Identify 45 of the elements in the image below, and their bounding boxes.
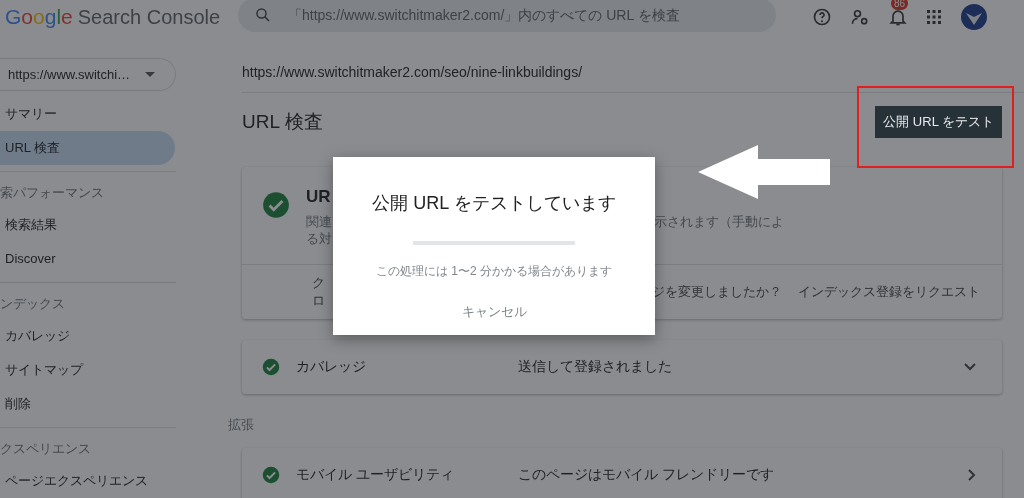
nav-item[interactable]: サマリー (0, 97, 175, 131)
cancel-button[interactable]: キャンセル (455, 302, 533, 322)
nav-item[interactable]: URL 検査 (0, 131, 175, 165)
row-label: カバレッジ (296, 358, 367, 376)
status-title: UR (306, 187, 332, 208)
row-value: 送信して登録されました (518, 358, 673, 376)
status-description: る対 (306, 230, 333, 247)
dropdown-caret-icon (145, 71, 155, 78)
chevron-right-icon (968, 469, 976, 481)
apps-grid-icon[interactable] (926, 9, 942, 25)
user-settings-icon[interactable] (850, 7, 870, 27)
product-name: Search Console (77, 5, 221, 29)
nav-item[interactable]: Discover (0, 242, 175, 276)
status-description: 示されます（手動によ (654, 213, 784, 230)
search-icon (254, 6, 272, 24)
nav-item[interactable]: カバレッジ (0, 319, 175, 353)
avatar[interactable] (960, 3, 988, 31)
dialog-title: 公開 URL をテストしています (372, 192, 616, 215)
inspected-url: https://www.switchitmaker2.com/seo/nine-linkbuildings/ (242, 52, 1024, 93)
row-label: モバイル ユーザビリティ (296, 466, 455, 484)
notification-badge: 86 (891, 0, 909, 10)
section-heading: 拡張 (228, 416, 255, 434)
nav-section-label: クスペリエンス (0, 440, 92, 458)
test-live-url-button[interactable]: 公開 URL をテスト (875, 106, 1002, 138)
nav-item[interactable]: 検索結果 (0, 208, 175, 242)
help-icon[interactable] (812, 7, 832, 27)
result-row[interactable]: モバイル ユーザビリティ このページはモバイル フレンドリーです (242, 448, 1002, 498)
nav-item[interactable]: サイトマップ (0, 353, 175, 387)
check-circle-icon (262, 191, 290, 219)
nav-section-label: ンデックス (0, 295, 66, 313)
footer-text: クロ (312, 274, 326, 310)
page-title: URL 検査 (242, 110, 323, 134)
nav-item[interactable]: 削除 (0, 387, 175, 421)
bell-icon[interactable] (888, 7, 908, 27)
result-row[interactable]: カバレッジ 送信して登録されました (242, 340, 1002, 394)
google-logo: Google (5, 5, 73, 29)
chevron-down-icon (964, 363, 976, 371)
dialog-message: この処理には 1〜2 分かかる場合があります (376, 263, 612, 280)
row-value: このページはモバイル フレンドリーです (518, 466, 775, 484)
check-circle-icon (262, 358, 280, 376)
search-field[interactable]: 「https://www.switchitmaker2.com/」内のすべての URL を検査 (238, 0, 776, 32)
status-description: 関連 (306, 213, 333, 230)
request-indexing-link[interactable]: インデックス登録をリクエスト (798, 283, 980, 301)
check-circle-icon (262, 466, 280, 484)
nav-item[interactable]: ページエクスペリエンス (0, 464, 175, 498)
